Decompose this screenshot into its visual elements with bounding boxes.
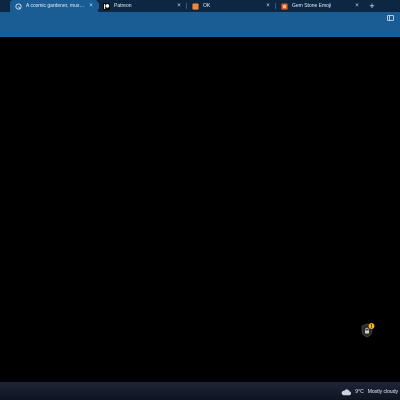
weather-condition: Mostly cloudy [367,389,398,395]
window-control-button[interactable] [383,0,393,12]
tab-strip: A cosmic gardener, musing, pri... × Patr… [0,0,400,12]
tab-title: A cosmic gardener, musing, pri... [26,3,85,9]
emojipedia-icon [281,2,288,10]
shield-alert-icon[interactable] [361,322,375,338]
tab-patreon[interactable]: Patreon × [98,0,186,12]
browser-toolbar [0,12,400,37]
page-content [0,37,400,382]
cloud-icon [341,389,352,396]
tab-title: Patreon [114,3,132,9]
sidebar-toggle-icon[interactable] [387,15,394,21]
copilot-icon [15,2,22,10]
patreon-icon [103,2,110,10]
tab-cosmic-gardener[interactable]: A cosmic gardener, musing, pri... × [10,0,98,12]
tab-title: Gem Stone Emoji [292,3,332,9]
tab-ok[interactable]: OK × [187,0,275,12]
weather-temperature: 9°C [355,389,364,395]
new-tab-button[interactable]: + [366,0,378,12]
close-icon[interactable]: × [265,0,271,12]
taskbar: 9°C Mostly cloudy [0,382,400,400]
close-icon[interactable]: × [354,0,360,12]
close-icon[interactable]: × [88,0,94,12]
tab-title: OK [203,3,211,9]
weather-widget[interactable]: 9°C Mostly cloudy [341,383,398,400]
tab-gem-stone-emoji[interactable]: Gem Stone Emoji × [276,0,364,12]
orange-page-icon [192,2,199,10]
close-icon[interactable]: × [176,0,182,12]
